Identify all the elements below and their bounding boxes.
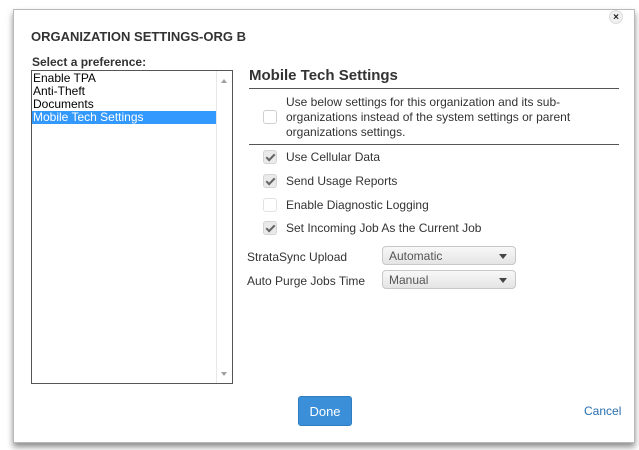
dialog-title: ORGANIZATION SETTINGS-ORG B bbox=[31, 29, 246, 44]
auto-purge-jobs-time-select[interactable]: Manual bbox=[382, 270, 516, 289]
preference-list-label: Select a preference: bbox=[32, 55, 147, 69]
send-usage-reports-checkbox[interactable] bbox=[263, 174, 277, 188]
stratasync-upload-label: StrataSync Upload bbox=[247, 250, 348, 264]
preference-item-mobile-tech-settings[interactable]: Mobile Tech Settings bbox=[32, 111, 216, 124]
enable-diagnostic-logging-checkbox[interactable] bbox=[263, 198, 277, 212]
section-divider bbox=[249, 88, 619, 89]
preference-list-scrollbar[interactable] bbox=[216, 71, 232, 383]
auto-purge-jobs-time-value: Manual bbox=[389, 273, 429, 287]
cancel-link[interactable]: Cancel bbox=[584, 404, 621, 418]
override-settings-text: Use below settings for this organization… bbox=[286, 95, 571, 139]
close-icon[interactable]: × bbox=[609, 10, 623, 24]
auto-purge-jobs-time-label: Auto Purge Jobs Time bbox=[247, 274, 366, 288]
done-button[interactable]: Done bbox=[298, 396, 352, 426]
scroll-up-arrow-icon[interactable] bbox=[221, 79, 227, 83]
stratasync-upload-value: Automatic bbox=[389, 249, 443, 263]
send-usage-reports-label: Send Usage Reports bbox=[286, 174, 398, 188]
section-title: Mobile Tech Settings bbox=[249, 67, 398, 84]
chevron-down-icon bbox=[499, 254, 507, 259]
enable-diagnostic-logging-label: Enable Diagnostic Logging bbox=[286, 198, 429, 212]
use-cellular-data-label: Use Cellular Data bbox=[286, 150, 381, 164]
chevron-down-icon bbox=[499, 278, 507, 283]
set-incoming-job-label: Set Incoming Job As the Current Job bbox=[286, 221, 482, 235]
override-settings-checkbox[interactable] bbox=[263, 110, 277, 124]
scroll-down-arrow-icon[interactable] bbox=[221, 372, 227, 376]
preference-listbox[interactable]: Enable TPA Anti-Theft Documents Mobile T… bbox=[31, 70, 233, 384]
use-cellular-data-checkbox[interactable] bbox=[263, 150, 277, 164]
stratasync-upload-select[interactable]: Automatic bbox=[382, 246, 516, 265]
override-divider bbox=[249, 144, 619, 145]
set-incoming-job-checkbox[interactable] bbox=[263, 221, 277, 235]
